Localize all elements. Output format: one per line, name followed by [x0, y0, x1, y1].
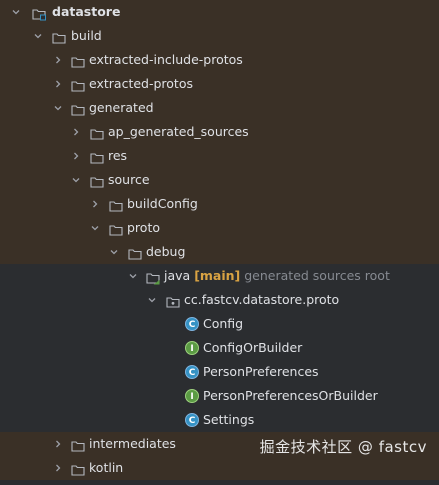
chevron-down-icon[interactable] — [108, 240, 120, 264]
chevron-down-icon[interactable] — [10, 0, 22, 24]
tree-item-label: res — [108, 148, 128, 163]
folder-icon — [71, 461, 85, 476]
tree-item-label: PersonPreferences — [203, 364, 319, 379]
chevron-down-icon[interactable] — [52, 96, 64, 120]
tree-item-label: source — [108, 172, 150, 187]
tree-item-label: proto — [127, 220, 160, 235]
tree-item-source[interactable]: source — [0, 168, 439, 192]
tree-item-label: generated — [89, 100, 154, 115]
chevron-right-icon[interactable] — [89, 192, 101, 216]
folder-icon — [52, 29, 66, 44]
tree-item-label: extracted-protos — [89, 76, 193, 91]
tree-item-config[interactable]: C Config — [0, 312, 439, 336]
tree-item-label: PersonPreferencesOrBuilder — [203, 388, 378, 403]
tree-item-proto[interactable]: proto — [0, 216, 439, 240]
tree-item-extracted-include-protos[interactable]: extracted-include-protos — [0, 48, 439, 72]
tree-item-java[interactable]: java [main] generated sources root — [0, 264, 439, 288]
tree-item-label: ConfigOrBuilder — [203, 340, 303, 355]
tree-item-label: extracted-include-protos — [89, 52, 243, 67]
tree-item-label: cc.fastcv.datastore.proto — [184, 292, 340, 307]
chevron-right-icon[interactable] — [52, 456, 64, 480]
folder-icon — [128, 245, 142, 260]
tree-item-datastore[interactable]: datastore — [0, 0, 439, 24]
tree-item-extracted-protos[interactable]: extracted-protos — [0, 72, 439, 96]
tree-item-personpreferencesorbuilder[interactable]: I PersonPreferencesOrBuilder — [0, 384, 439, 408]
chevron-right-icon[interactable] — [52, 72, 64, 96]
class-icon: C — [185, 317, 199, 331]
tree-item-debug[interactable]: debug — [0, 240, 439, 264]
folder-icon — [71, 53, 85, 68]
tree-item-kotlin[interactable]: kotlin — [0, 456, 439, 480]
folder-icon — [90, 149, 104, 164]
folder-icon — [90, 125, 104, 140]
chevron-right-icon[interactable] — [52, 48, 64, 72]
watermark: 掘金技术社区 @ fastcv — [259, 438, 427, 456]
chevron-down-icon[interactable] — [89, 216, 101, 240]
source-set-tag: [main] — [194, 268, 241, 283]
tree-item-buildconfig[interactable]: buildConfig — [0, 192, 439, 216]
source-root-folder-icon — [146, 269, 160, 285]
folder-icon — [109, 197, 123, 212]
tree-item-ap-generated-sources[interactable]: ap_generated_sources — [0, 120, 439, 144]
tree-item-label: kotlin — [89, 460, 124, 475]
tree-item-package[interactable]: cc.fastcv.datastore.proto — [0, 288, 439, 312]
chevron-down-icon[interactable] — [146, 288, 158, 312]
tree-item-label: build — [71, 28, 102, 43]
folder-icon — [109, 221, 123, 236]
tree-item-label: datastore — [52, 4, 121, 19]
tree-item-build[interactable]: build — [0, 24, 439, 48]
tree-item-personpreferences[interactable]: C PersonPreferences — [0, 360, 439, 384]
folder-icon — [71, 101, 85, 116]
chevron-down-icon[interactable] — [70, 168, 82, 192]
tree-item-label: Settings — [203, 412, 255, 427]
tree-item-label: java — [164, 268, 191, 283]
interface-icon: I — [185, 341, 199, 355]
tree-item-configorbuilder[interactable]: I ConfigOrBuilder — [0, 336, 439, 360]
interface-icon: I — [185, 389, 199, 403]
chevron-down-icon[interactable] — [127, 264, 139, 288]
tree-item-settings[interactable]: C Settings — [0, 408, 439, 432]
folder-icon — [71, 77, 85, 92]
class-icon: C — [185, 413, 199, 427]
module-folder-icon — [32, 5, 46, 21]
chevron-right-icon[interactable] — [70, 120, 82, 144]
class-icon: C — [185, 365, 199, 379]
tree-item-label: Config — [203, 316, 244, 331]
tree-item-label: intermediates — [89, 436, 176, 451]
package-icon — [166, 293, 180, 308]
tree-item-label: buildConfig — [127, 196, 198, 211]
tree-item-label: ap_generated_sources — [108, 124, 249, 139]
chevron-right-icon[interactable] — [70, 144, 82, 168]
project-tree: datastore build extracted-include-protos… — [0, 0, 439, 480]
tree-item-res[interactable]: res — [0, 144, 439, 168]
chevron-down-icon[interactable] — [32, 24, 44, 48]
folder-icon — [90, 173, 104, 188]
folder-icon — [71, 437, 85, 452]
tree-item-label: debug — [146, 244, 186, 259]
tree-item-generated[interactable]: generated — [0, 96, 439, 120]
source-root-hint: generated sources root — [244, 268, 390, 283]
chevron-right-icon[interactable] — [52, 432, 64, 456]
